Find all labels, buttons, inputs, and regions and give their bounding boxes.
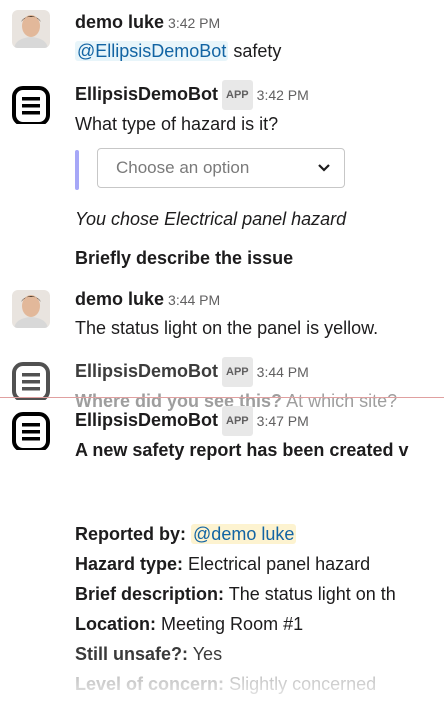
user-photo bbox=[12, 290, 50, 328]
ellipsis-bot-logo-icon bbox=[12, 86, 50, 124]
field-reported-by: Reported by: @demo luke bbox=[75, 524, 297, 544]
app-badge: APP bbox=[222, 357, 253, 387]
hazard-type-select[interactable]: Choose an option bbox=[97, 148, 345, 188]
field-location: Location: Meeting Room #1 bbox=[75, 614, 304, 634]
timestamp[interactable]: 3:42 PM bbox=[168, 15, 220, 31]
user-mention[interactable]: @demo luke bbox=[191, 524, 297, 544]
timestamp[interactable]: 3:47 PM bbox=[257, 413, 309, 429]
sender-name[interactable]: EllipsisDemoBot bbox=[75, 84, 218, 104]
sender-name[interactable]: demo luke bbox=[75, 289, 164, 309]
field-brief-description: Brief description: The status light on t… bbox=[75, 584, 396, 604]
user-photo bbox=[12, 10, 50, 48]
ellipsis-bot-logo-icon bbox=[12, 412, 50, 450]
avatar[interactable] bbox=[12, 10, 50, 48]
bot-avatar[interactable] bbox=[12, 362, 50, 400]
chevron-down-icon bbox=[318, 164, 330, 172]
bot-avatar[interactable] bbox=[12, 412, 50, 450]
bot-avatar[interactable] bbox=[12, 86, 50, 124]
sender-name[interactable]: EllipsisDemoBot bbox=[75, 361, 218, 381]
field-level-of-concern: Level of concern: Slightly concerned bbox=[75, 674, 377, 694]
new-messages-divider bbox=[0, 397, 444, 398]
message-text: safety bbox=[233, 41, 282, 61]
timestamp[interactable]: 3:44 PM bbox=[257, 364, 309, 380]
mention-link[interactable]: @EllipsisDemoBot bbox=[75, 41, 229, 61]
accent-bar bbox=[75, 150, 79, 190]
timestamp[interactable]: 3:44 PM bbox=[168, 292, 220, 308]
sender-name[interactable]: EllipsisDemoBot bbox=[75, 410, 218, 430]
app-badge: APP bbox=[222, 406, 253, 436]
chosen-option-text: You chose Electrical panel hazard bbox=[75, 209, 347, 229]
field-still-unsafe: Still unsafe?: Yes bbox=[75, 644, 223, 664]
timestamp[interactable]: 3:42 PM bbox=[257, 87, 309, 103]
avatar[interactable] bbox=[12, 290, 50, 328]
field-hazard-type: Hazard type: Electrical panel hazard bbox=[75, 554, 371, 574]
ellipsis-bot-logo-icon bbox=[12, 362, 50, 400]
message-text: The status light on the panel is yellow. bbox=[75, 318, 379, 338]
select-placeholder: Choose an option bbox=[116, 158, 250, 177]
app-badge: APP bbox=[222, 80, 253, 110]
sender-name[interactable]: demo luke bbox=[75, 12, 164, 32]
report-fields: Reported by: @demo luke Hazard type: Ele… bbox=[75, 520, 444, 698]
bot-question: What type of hazard is it? bbox=[75, 114, 279, 134]
bot-prompt: Briefly describe the issue bbox=[75, 248, 294, 268]
report-headline: A new safety report has been created v bbox=[75, 440, 409, 460]
